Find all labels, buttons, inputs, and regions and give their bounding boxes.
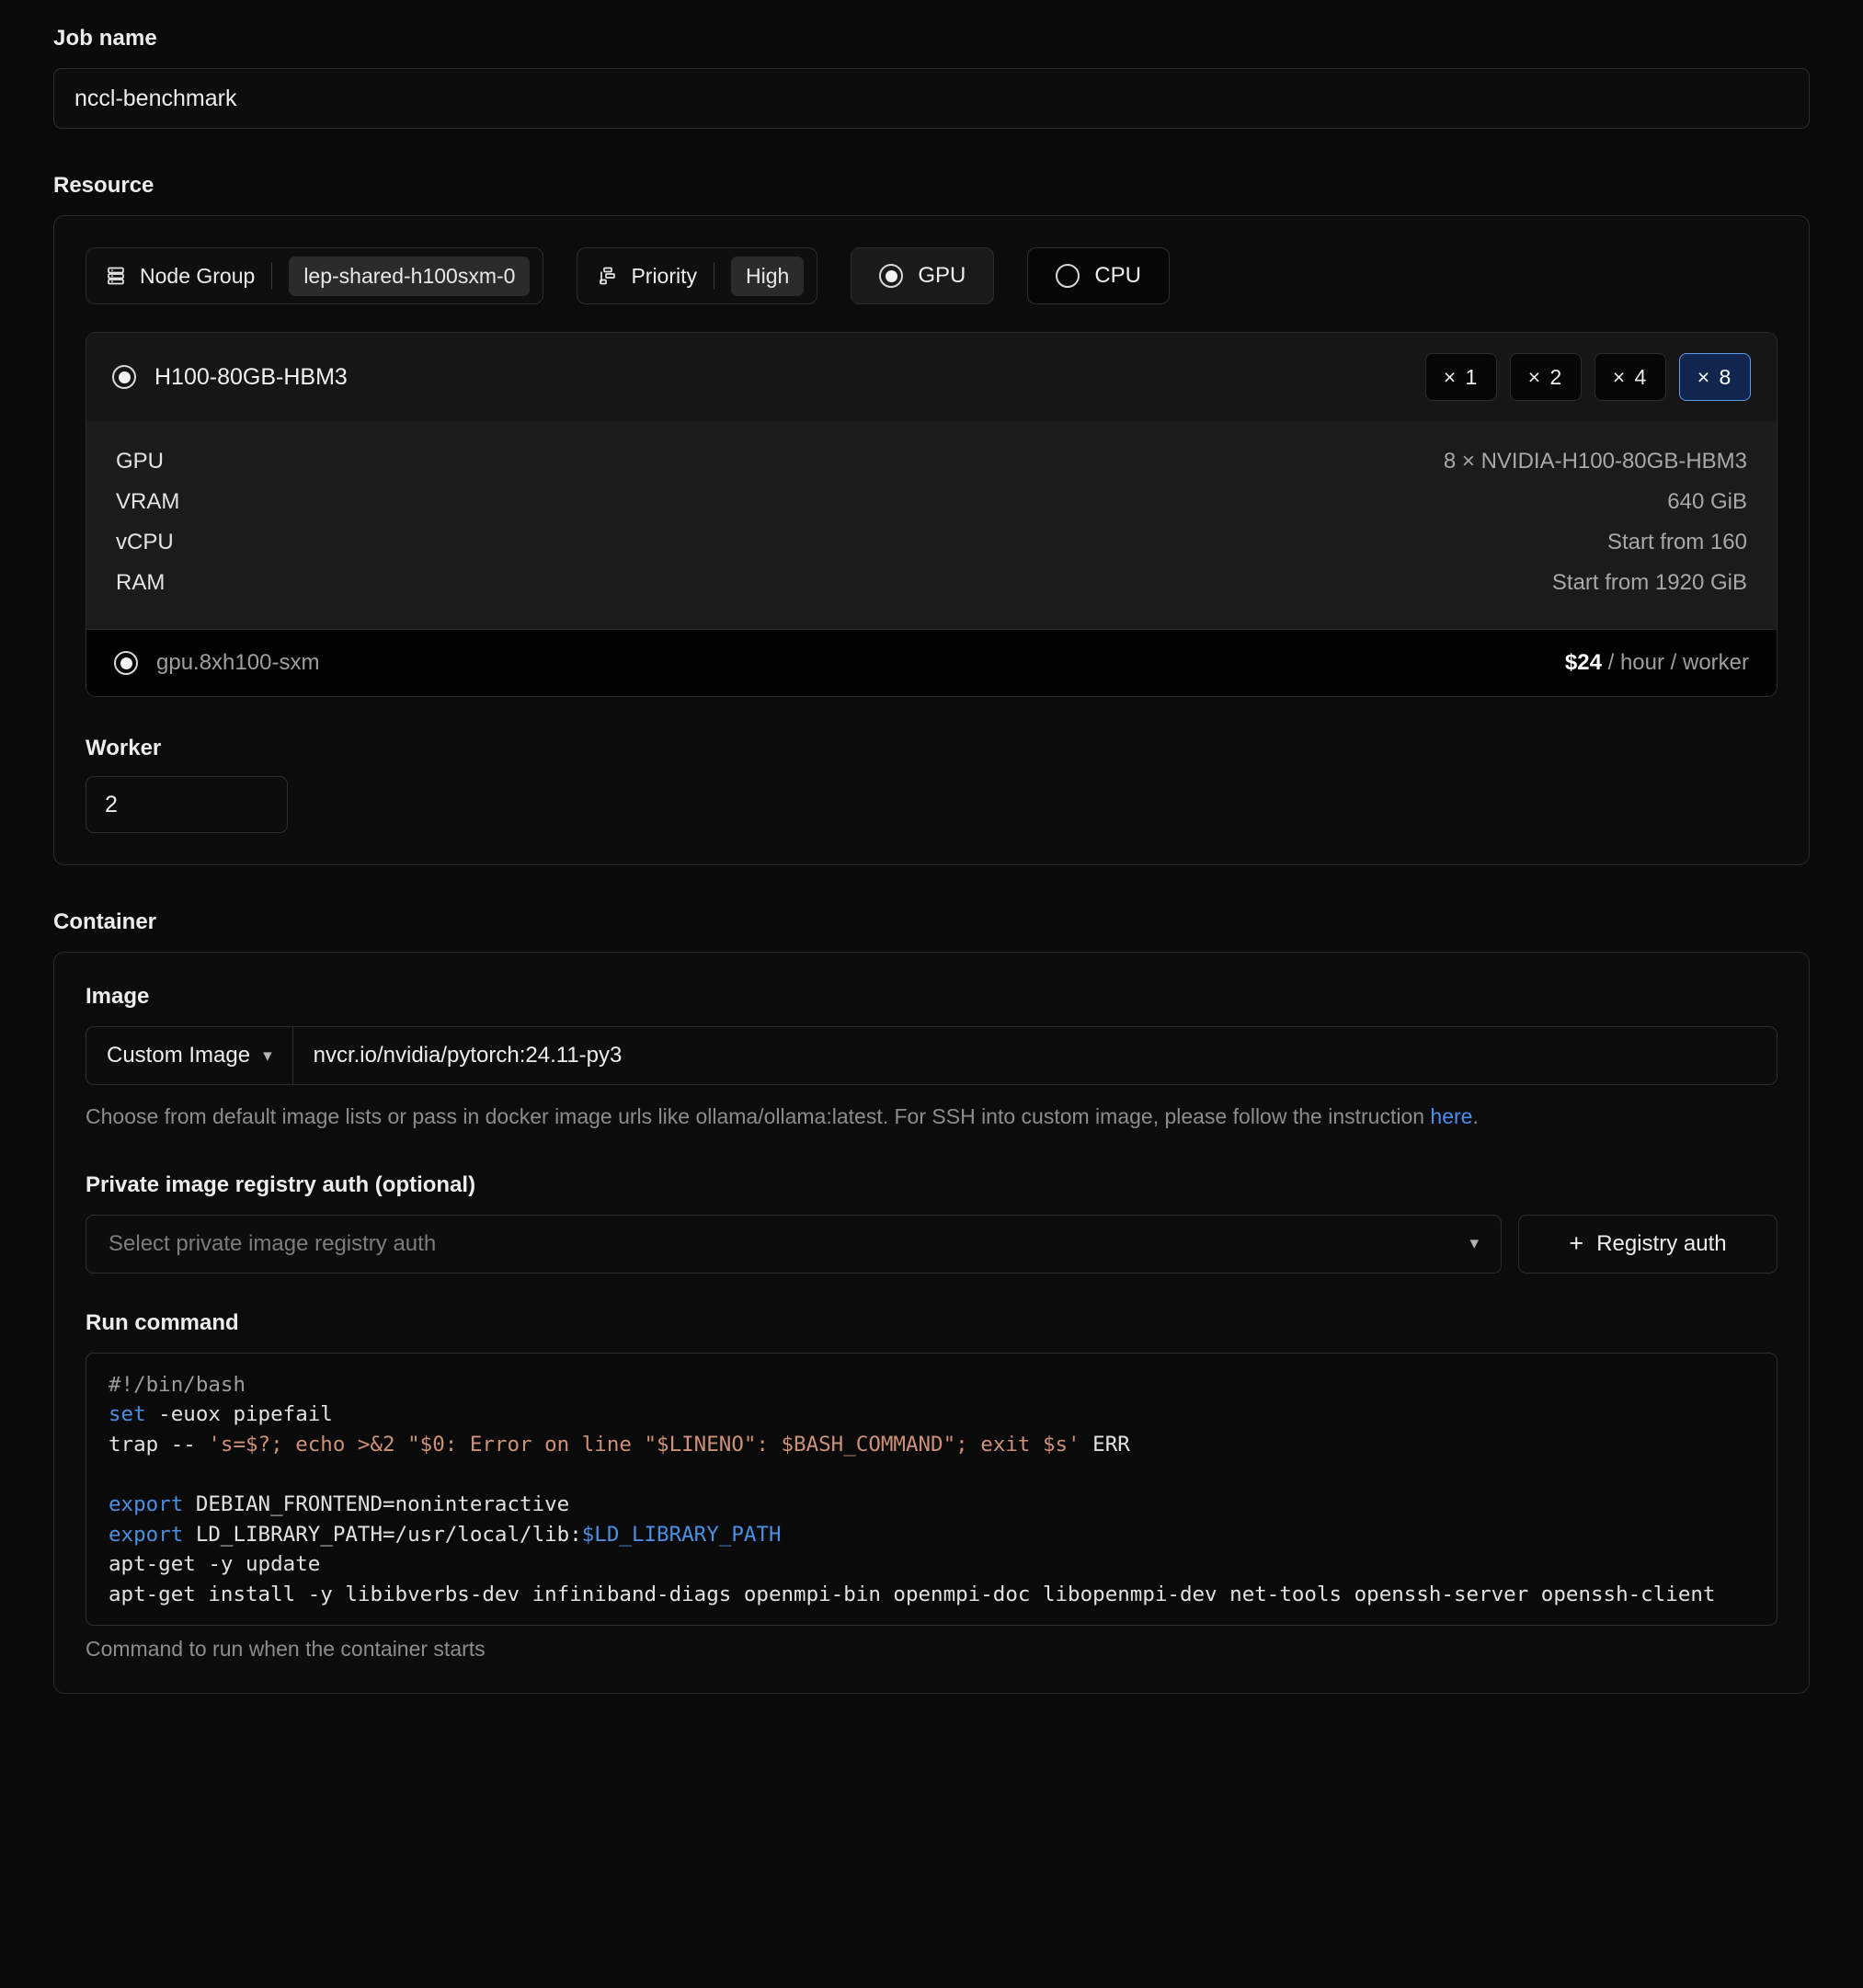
- code-line: set -euox pipefail: [109, 1400, 1754, 1430]
- job-name-label: Job name: [53, 26, 157, 51]
- priority-selector[interactable]: Priority High: [577, 247, 818, 304]
- spec-key: vCPU: [116, 530, 174, 554]
- gpu-plan-price-amount: $24: [1564, 650, 1602, 675]
- image-help-link[interactable]: here: [1430, 1104, 1472, 1128]
- priority-levels-icon: [596, 265, 618, 287]
- spec-value: 640 GiB: [1667, 489, 1747, 514]
- run-command-label: Run command: [86, 1309, 239, 1335]
- gpu-option-name: H100-80GB-HBM3: [154, 363, 348, 390]
- code-token: 's=$?; echo >&2 "$0: Error on line "$LIN…: [208, 1432, 1080, 1457]
- resource-panel: Node Group lep-shared-h100sxm-0 Priority…: [53, 215, 1810, 865]
- gpu-plan-name: gpu.8xh100-sxm: [156, 650, 320, 675]
- chevron-down-icon: ▾: [263, 1045, 272, 1066]
- spec-value: 8 × NVIDIA-H100-80GB-HBM3: [1443, 449, 1747, 474]
- server-stack-icon: [105, 265, 127, 287]
- code-line: apt-get install -y libibverbs-dev infini…: [109, 1580, 1754, 1610]
- node-group-selector[interactable]: Node Group lep-shared-h100sxm-0: [86, 247, 544, 304]
- gpu-plan-price: $24 / hour / worker: [1565, 650, 1749, 676]
- image-source-value: Custom Image: [107, 1043, 251, 1068]
- chevron-down-icon: ▾: [1469, 1234, 1479, 1254]
- spec-value: Start from 160: [1606, 530, 1747, 554]
- code-token: #!/bin/bash: [109, 1372, 246, 1397]
- code-token: DEBIAN_FRONTEND=noninteractive: [183, 1492, 570, 1517]
- code-line: export DEBIAN_FRONTEND=noninteractive: [109, 1490, 1754, 1520]
- node-group-label: Node Group: [140, 263, 256, 288]
- gpu-quantity-group: × 1 × 2 × 4 × 8: [1425, 353, 1751, 401]
- compute-type-cpu[interactable]: CPU: [1027, 247, 1170, 304]
- resource-section-title: Resource: [53, 173, 154, 198]
- gpu-plan-row[interactable]: gpu.8xh100-sxm $24 / hour / worker: [86, 629, 1777, 696]
- add-registry-auth-label: Registry auth: [1596, 1230, 1727, 1256]
- spec-key: GPU: [116, 449, 165, 474]
- gpu-quantity-2[interactable]: × 2: [1510, 353, 1582, 401]
- code-line: apt-get -y update: [109, 1549, 1754, 1580]
- code-token: export: [109, 1492, 184, 1517]
- worker-count-input[interactable]: 2: [86, 776, 288, 833]
- registry-auth-row: Select private image registry auth ▾ + R…: [86, 1214, 1777, 1274]
- code-token: -euox pipefail: [145, 1402, 333, 1427]
- gpu-quantity-1[interactable]: × 1: [1425, 353, 1497, 401]
- container-section-title: Container: [53, 909, 157, 934]
- container-panel: Image Custom Image ▾ nvcr.io/nvidia/pyto…: [53, 952, 1810, 1694]
- radio-icon: [1056, 264, 1080, 288]
- job-form-page: Job name nccl-benchmark Resource Node Gr…: [0, 0, 1863, 1694]
- registry-auth-placeholder: Select private image registry auth: [109, 1230, 437, 1256]
- divider: [271, 262, 273, 290]
- gpu-quantity-8[interactable]: × 8: [1679, 353, 1751, 401]
- priority-label: Priority: [631, 263, 697, 288]
- spec-row: GPU 8 × NVIDIA-H100-80GB-HBM3: [116, 445, 1747, 486]
- spec-key: VRAM: [116, 489, 180, 514]
- image-source-select[interactable]: Custom Image ▾: [86, 1027, 293, 1084]
- radio-icon: [114, 651, 138, 675]
- code-token: export: [109, 1522, 184, 1547]
- run-command-hint: Command to run when the container starts: [86, 1636, 486, 1661]
- add-registry-auth-button[interactable]: + Registry auth: [1518, 1214, 1777, 1274]
- worker-label: Worker: [86, 736, 162, 760]
- spec-key: RAM: [116, 570, 166, 595]
- code-token: LD_LIBRARY_PATH=/usr/local/lib:: [183, 1522, 582, 1547]
- image-help-text: Choose from default image lists or pass …: [86, 1102, 1704, 1132]
- job-name-field: Job name nccl-benchmark: [53, 26, 1810, 129]
- spec-row: vCPU Start from 160: [116, 526, 1747, 566]
- gpu-option-identity: H100-80GB-HBM3: [112, 364, 348, 391]
- gpu-option-header[interactable]: H100-80GB-HBM3 × 1 × 2 × 4 × 8: [86, 333, 1777, 421]
- job-name-input[interactable]: nccl-benchmark: [53, 68, 1810, 129]
- code-line: #!/bin/bash: [109, 1370, 1754, 1400]
- gpu-option-card: H100-80GB-HBM3 × 1 × 2 × 4 × 8 GPU 8 × N…: [86, 332, 1777, 697]
- resource-control-row: Node Group lep-shared-h100sxm-0 Priority…: [86, 247, 1777, 304]
- code-line: export LD_LIBRARY_PATH=/usr/local/lib:$L…: [109, 1520, 1754, 1550]
- image-input-group: Custom Image ▾ nvcr.io/nvidia/pytorch:24…: [86, 1026, 1777, 1085]
- run-command-editor[interactable]: #!/bin/bash set -euox pipefail trap -- 's=…: [86, 1352, 1777, 1626]
- priority-value[interactable]: High: [731, 256, 805, 296]
- code-token: ERR: [1080, 1432, 1130, 1457]
- spec-value: Start from 1920 GiB: [1551, 570, 1747, 595]
- image-label: Image: [86, 984, 150, 1009]
- gpu-quantity-4[interactable]: × 4: [1594, 353, 1666, 401]
- gpu-plan-identity: gpu.8xh100-sxm: [114, 650, 319, 676]
- node-group-value[interactable]: lep-shared-h100sxm-0: [289, 256, 531, 296]
- code-token: apt-get install -y libibverbs-dev infini…: [109, 1582, 1716, 1607]
- code-line: trap -- 's=$?; echo >&2 "$0: Error on li…: [109, 1430, 1754, 1460]
- registry-auth-select[interactable]: Select private image registry auth ▾: [86, 1214, 1502, 1274]
- image-url-input[interactable]: nvcr.io/nvidia/pytorch:24.11-py3: [293, 1027, 1777, 1084]
- plus-icon: +: [1569, 1229, 1584, 1258]
- code-token: set: [109, 1402, 146, 1427]
- image-help-prefix: Choose from default image lists or pass …: [86, 1104, 1431, 1128]
- registry-auth-label: Private image registry auth (optional): [86, 1171, 476, 1197]
- image-help-suffix: .: [1472, 1104, 1479, 1128]
- radio-icon: [879, 264, 904, 288]
- radio-icon: [112, 365, 136, 389]
- code-token: apt-get -y update: [109, 1552, 321, 1577]
- code-token: $LD_LIBRARY_PATH: [581, 1522, 782, 1547]
- gpu-plan-price-unit: / hour / worker: [1601, 650, 1749, 675]
- gpu-spec-table: GPU 8 × NVIDIA-H100-80GB-HBM3 VRAM 640 G…: [86, 421, 1777, 629]
- spec-row: VRAM 640 GiB: [116, 486, 1747, 526]
- compute-type-gpu-label: GPU: [918, 263, 966, 288]
- compute-type-gpu[interactable]: GPU: [851, 247, 995, 304]
- code-token: trap --: [109, 1432, 209, 1457]
- spec-row: RAM Start from 1920 GiB: [116, 566, 1747, 607]
- compute-type-cpu-label: CPU: [1094, 263, 1141, 288]
